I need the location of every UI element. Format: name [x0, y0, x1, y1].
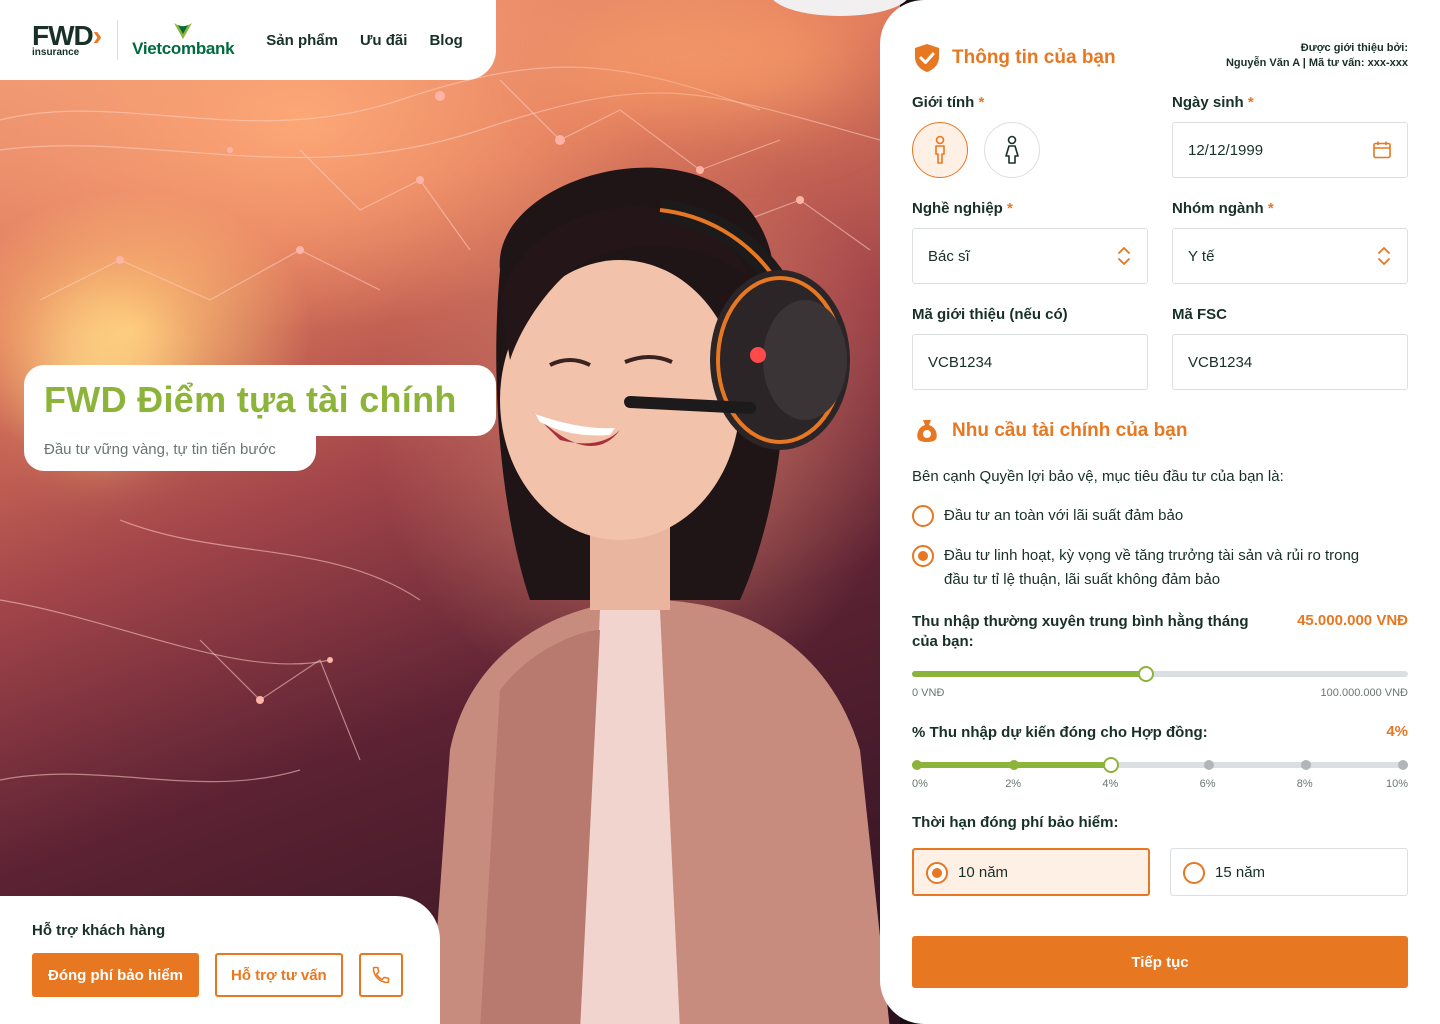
nav-link-offers[interactable]: Ưu đãi: [360, 32, 407, 49]
dob-field[interactable]: 12/12/1999: [1172, 122, 1408, 178]
shield-check-icon: [915, 44, 939, 72]
referral-code-value: VCB1234: [928, 353, 993, 371]
premium-percent-value: 4%: [1386, 723, 1408, 740]
income-min-label: 0 VNĐ: [912, 687, 945, 699]
customer-support-box: Hỗ trợ khách hàng Đóng phí bảo hiểm Hỗ t…: [0, 896, 440, 1024]
dob-value: 12/12/1999: [1188, 141, 1264, 159]
needs-section-title: Nhu cầu tài chính của bạn: [952, 420, 1188, 441]
hero-subtitle-box: Đầu tư vững vàng, tự tin tiến bước: [24, 435, 316, 471]
occupation-select[interactable]: Bác sĩ: [912, 228, 1148, 284]
fwd-logo[interactable]: FWD › insurance: [32, 20, 102, 58]
info-section-header: Thông tin của bạn: [912, 42, 1116, 74]
nav-link-products[interactable]: Sản phẩm: [266, 32, 338, 49]
occupation-label: Nghề nghiệp *: [912, 200, 1013, 217]
fsc-code-input[interactable]: VCB1234: [1172, 334, 1408, 390]
referrer-label: Được giới thiệu bởi:: [1300, 42, 1408, 54]
fwd-logo-text: FWD ›: [32, 20, 102, 51]
premium-percent-step-dot[interactable]: [1009, 760, 1020, 770]
premium-percent-step-dot[interactable]: [1203, 760, 1214, 770]
premium-percent-step-label: 4%: [1102, 778, 1119, 790]
income-slider-fill: [912, 671, 1146, 677]
female-icon: [1005, 135, 1019, 164]
needs-section-header: Nhu cầu tài chính của bạn: [912, 416, 1187, 446]
investment-goal-question: Bên cạnh Quyền lợi bảo vệ, mục tiêu đầu …: [912, 468, 1284, 485]
payment-term-label: Thời hạn đóng phí bảo hiểm:: [912, 814, 1119, 831]
fwd-logo-mark: ›: [92, 20, 102, 51]
dob-label: Ngày sinh *: [1172, 94, 1254, 111]
continue-button[interactable]: Tiếp tục: [912, 936, 1408, 988]
support-title: Hỗ trợ khách hàng: [32, 922, 166, 939]
premium-percent-step-label: 10%: [1385, 778, 1408, 790]
term-option-15-years[interactable]: 15 năm: [1170, 848, 1408, 896]
pay-premium-button[interactable]: Đóng phí bảo hiểm: [32, 953, 199, 997]
premium-percent-step-label: 8%: [1296, 778, 1313, 790]
woman-with-headset-illustration: [430, 167, 890, 1024]
gender-label: Giới tính *: [912, 94, 985, 111]
call-button[interactable]: [358, 953, 403, 997]
hero-title: FWD Điểm tựa tài chính: [44, 379, 457, 420]
occupation-value: Bác sĩ: [928, 247, 970, 265]
income-slider[interactable]: [912, 666, 1408, 682]
goal-option-flexible-radio[interactable]: [912, 545, 934, 567]
referral-code-label: Mã giới thiệu (nếu có): [912, 306, 1068, 323]
income-max-label: 100.000.000 VNĐ: [1320, 687, 1408, 699]
income-slider-handle[interactable]: [1138, 666, 1154, 682]
goal-option-safe-label: Đầu tư an toàn với lãi suất đảm bảo: [944, 507, 1184, 524]
calendar-icon[interactable]: [1372, 140, 1392, 160]
registration-form-panel: Thông tin của bạn Được giới thiệu bởi: N…: [880, 0, 1440, 1024]
support-actions: Đóng phí bảo hiểm Hỗ trợ tư vấn: [32, 953, 408, 997]
term-15-label: 15 năm: [1215, 863, 1266, 881]
top-navigation: FWD › insurance Vietcombank Sản phẩm Ưu đ…: [0, 0, 496, 80]
hero-tagline: FWD Điểm tựa tài chính Đầu tư vững vàng,…: [24, 365, 496, 471]
vietcombank-name: Vietcombank: [132, 39, 235, 58]
nav-link-blog[interactable]: Blog: [429, 32, 462, 49]
male-icon: [935, 135, 945, 164]
industry-label: Nhóm ngành *: [1172, 200, 1274, 217]
gender-male-option[interactable]: [912, 122, 968, 178]
logo-divider: [117, 20, 119, 60]
vietcombank-leaf-icon: [174, 23, 193, 39]
hero-subtitle: Đầu tư vững vàng, tự tin tiến bước: [44, 441, 276, 458]
light-glow: [560, 0, 860, 120]
premium-percent-slider[interactable]: [912, 757, 1408, 773]
premium-percent-handle[interactable]: [1103, 757, 1120, 773]
hero-image: [0, 0, 900, 1024]
fwd-logo-sub: insurance: [32, 47, 80, 58]
premium-percent-step-label: 0%: [912, 778, 928, 790]
premium-percent-step-dot[interactable]: [1398, 760, 1408, 770]
term-15-radio[interactable]: [1183, 861, 1205, 884]
fsc-code-label: Mã FSC: [1172, 306, 1228, 323]
income-label: Thu nhập thường xuyên trung bình hằng th…: [912, 613, 1249, 650]
premium-percent-step-label: 6%: [1199, 778, 1216, 790]
premium-percent-label: % Thu nhập dự kiến đóng cho Hợp đồng:: [912, 724, 1208, 741]
money-bag-icon: [917, 420, 937, 442]
referral-code-input[interactable]: VCB1234: [912, 334, 1148, 390]
vietcombank-logo[interactable]: Vietcombank: [132, 21, 235, 59]
goal-option-flexible[interactable]: Đầu tư linh hoạt, kỳ vọng về tăng trưởng…: [912, 544, 1359, 592]
info-section-title: Thông tin của bạn: [952, 47, 1116, 68]
referrer-value: Nguyễn Văn A | Mã tư vấn: xxx-xxx: [1225, 57, 1408, 69]
premium-percent-step-dot[interactable]: [912, 760, 922, 770]
referrer-info: Được giới thiệu bởi: Nguyễn Văn A | Mã t…: [1226, 41, 1408, 71]
chevron-up-down-icon: [1378, 247, 1390, 265]
gender-female-option[interactable]: [984, 122, 1040, 178]
hero-title-box: FWD Điểm tựa tài chính: [24, 365, 496, 436]
goal-option-safe-radio[interactable]: [912, 505, 934, 527]
consult-support-button[interactable]: Hỗ trợ tư vấn: [215, 953, 343, 997]
premium-percent-step-label: 2%: [1005, 778, 1022, 790]
term-option-10-years[interactable]: 10 năm: [912, 848, 1150, 896]
fsc-code-value: VCB1234: [1188, 353, 1253, 371]
income-value: 45.000.000 VNĐ: [1297, 612, 1408, 629]
premium-percent-step-dot[interactable]: [1300, 760, 1311, 770]
term-10-label: 10 năm: [958, 863, 1009, 881]
goal-option-safe[interactable]: Đầu tư an toàn với lãi suất đảm bảo: [912, 504, 1183, 528]
term-10-radio[interactable]: [926, 861, 948, 884]
chevron-up-down-icon: [1118, 247, 1130, 265]
industry-select[interactable]: Y tế: [1172, 228, 1408, 284]
phone-icon: [372, 966, 389, 984]
goal-option-flexible-label: Đầu tư linh hoạt, kỳ vọng về tăng trưởng…: [944, 547, 1360, 588]
industry-value: Y tế: [1188, 247, 1215, 265]
